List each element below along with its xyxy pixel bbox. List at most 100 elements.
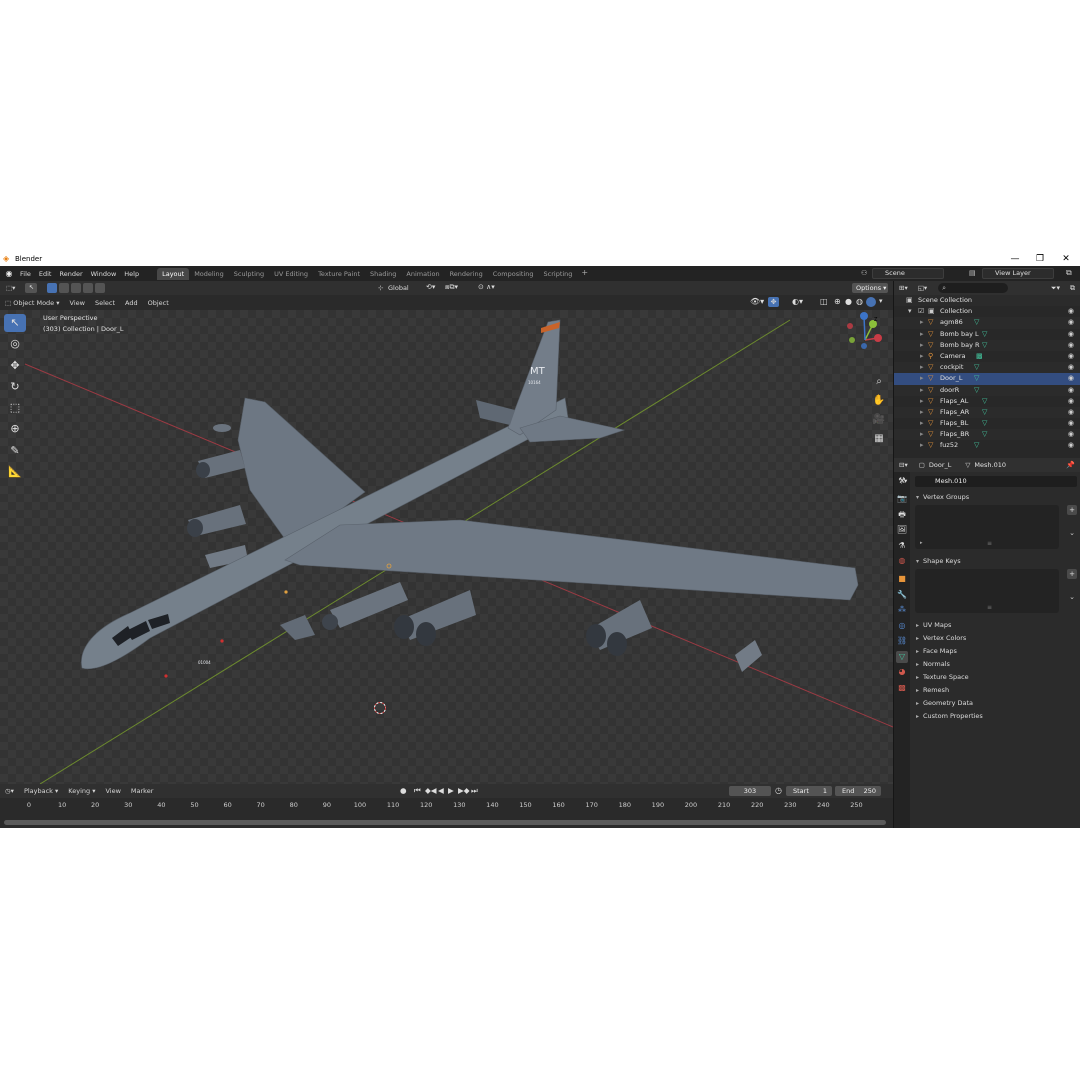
rotate-tool-icon[interactable]: ↻ bbox=[4, 378, 26, 396]
visibility-eye-icon[interactable]: ◉ bbox=[1068, 329, 1074, 340]
menu-file[interactable]: File bbox=[16, 270, 35, 278]
tab-animation[interactable]: Animation bbox=[401, 268, 444, 280]
visibility-eye-icon[interactable]: ◉ bbox=[1068, 306, 1074, 317]
play-reverse-icon[interactable]: ◀ bbox=[438, 786, 444, 795]
visibility-eye-icon[interactable]: ◉ bbox=[1068, 362, 1074, 373]
xray-icon[interactable]: ◫ bbox=[820, 297, 828, 306]
outliner-search-input[interactable]: ⌕ bbox=[938, 283, 1009, 293]
mesh-data-icon[interactable]: ▽ bbox=[974, 317, 979, 328]
outliner-item[interactable]: ▸ ▽ doorR ▽ ◉ bbox=[894, 384, 1080, 396]
tab-compositing[interactable]: Compositing bbox=[488, 268, 539, 280]
outliner-item[interactable]: ▸ ▽ Door_L ▽ ◉ bbox=[894, 373, 1080, 385]
outliner-item[interactable]: ▸ ▽ Flaps_BL ▽ ◉ bbox=[894, 418, 1080, 429]
checkbox-icon[interactable]: ☑ bbox=[918, 306, 924, 317]
tab-layout[interactable]: Layout bbox=[157, 267, 190, 280]
visibility-eye-icon[interactable]: ◉ bbox=[1068, 351, 1074, 362]
world-tab-icon[interactable]: ◍ bbox=[896, 555, 908, 567]
modifier-tab-icon[interactable]: 🔧 bbox=[896, 589, 908, 601]
shading-options-icon[interactable]: ▾ bbox=[879, 297, 883, 305]
visibility-eye-icon[interactable]: ◉ bbox=[1068, 396, 1074, 407]
outliner-item[interactable]: ▸ ▽ agm86 ▽ ◉ bbox=[894, 317, 1080, 329]
jump-end-icon[interactable]: ⏭ bbox=[471, 786, 478, 796]
panel-texture-space[interactable]: ▸ Texture Space bbox=[911, 671, 1080, 684]
preview-range-icon[interactable]: ◷ bbox=[775, 786, 782, 795]
end-frame-field[interactable]: End 250 bbox=[835, 786, 881, 796]
visibility-eye-icon[interactable]: ◉ bbox=[1068, 429, 1074, 440]
mesh-data-icon[interactable]: ▽ bbox=[982, 407, 987, 418]
shape-key-menu-icon[interactable]: ⌄ bbox=[1067, 593, 1077, 601]
mesh-name-field[interactable]: ▽▾ Mesh.010 ⛉ bbox=[899, 476, 1077, 487]
mesh-data-icon[interactable]: ▽ bbox=[982, 396, 987, 407]
collection-row[interactable]: ▾ ☑ ▣ Collection ◉ bbox=[894, 306, 1080, 317]
expand-arrow-icon[interactable]: ▸ bbox=[920, 429, 924, 440]
camera-data-icon[interactable]: ▩ bbox=[976, 351, 983, 362]
timeline-editor-icon[interactable]: ◷▾ bbox=[0, 787, 19, 795]
mesh-data-icon[interactable]: ▽ bbox=[974, 385, 979, 396]
tab-uv-editing[interactable]: UV Editing bbox=[269, 268, 313, 280]
visibility-eye-icon[interactable]: ◉ bbox=[1068, 340, 1074, 351]
move-tool-icon[interactable]: ✥ bbox=[4, 357, 26, 375]
menu-marker[interactable]: Marker bbox=[126, 787, 158, 795]
physics-tab-icon[interactable]: ◎ bbox=[896, 620, 908, 632]
menu-keying[interactable]: Keying ▾ bbox=[63, 787, 100, 795]
next-keyframe-icon[interactable]: ▶◆ bbox=[458, 786, 470, 795]
panel-geometry-data[interactable]: ▸ Geometry Data bbox=[911, 697, 1080, 710]
mesh-data-icon[interactable]: ▽ bbox=[982, 340, 987, 351]
zoom-icon[interactable]: ⌕ bbox=[871, 374, 887, 390]
mode-extend-icon[interactable] bbox=[59, 283, 70, 293]
record-icon[interactable]: ● bbox=[400, 786, 407, 795]
panel-uv-maps[interactable]: ▸ UV Maps bbox=[911, 619, 1080, 632]
expand-arrow-icon[interactable]: ▸ bbox=[920, 385, 924, 396]
mode-new-icon[interactable] bbox=[47, 283, 58, 293]
material-tab-icon[interactable]: ◕ bbox=[896, 666, 908, 678]
outliner-item[interactable]: ▸ ▽ Bomb bay R ▽ ◉ bbox=[894, 339, 1080, 351]
mesh-data-icon[interactable]: ▽ bbox=[982, 418, 987, 429]
vertex-group-menu-icon[interactable]: ⌄ bbox=[1067, 529, 1077, 537]
3d-cursor[interactable] bbox=[374, 702, 386, 714]
menu-view[interactable]: View bbox=[65, 299, 90, 307]
visibility-eye-icon[interactable]: ◉ bbox=[1068, 317, 1074, 328]
options-dropdown[interactable]: Options ▾ bbox=[852, 283, 888, 293]
panel-vertex-colors[interactable]: ▸ Vertex Colors bbox=[911, 632, 1080, 645]
mesh-data-icon[interactable]: ▽ bbox=[974, 362, 979, 373]
gizmo-toggle-icon[interactable]: ✥ bbox=[768, 297, 779, 307]
pin-icon[interactable]: 📌 bbox=[1066, 461, 1075, 469]
jump-start-icon[interactable]: ⏮ bbox=[414, 786, 421, 796]
menu-render[interactable]: Render bbox=[55, 270, 86, 278]
pan-hand-icon[interactable]: ✋ bbox=[871, 393, 887, 409]
mesh-data-tab-icon[interactable]: ▽ bbox=[896, 650, 908, 663]
visibility-eye-icon[interactable]: ◉ bbox=[1068, 440, 1074, 451]
rendered-shading-icon[interactable] bbox=[866, 297, 876, 307]
menu-timeline-view[interactable]: View bbox=[100, 787, 125, 795]
scale-tool-icon[interactable]: ⬚ bbox=[4, 399, 26, 417]
expand-arrow-icon[interactable]: ▸ bbox=[920, 329, 924, 340]
menu-playback[interactable]: Playback ▾ bbox=[19, 787, 63, 795]
outliner-item[interactable]: ▸ ▽ Bomb bay L ▽ ◉ bbox=[894, 329, 1080, 340]
editor-type-icon[interactable]: ⬚▾ bbox=[0, 284, 17, 292]
expand-arrow-icon[interactable]: ▸ bbox=[920, 418, 924, 429]
blender-menu-icon[interactable]: ◉ bbox=[2, 269, 16, 278]
orientation-icon[interactable]: ⊹ bbox=[378, 284, 383, 292]
view-layer-selector[interactable]: View Layer bbox=[982, 268, 1054, 279]
maximize-button[interactable]: ❐ bbox=[1027, 252, 1053, 266]
particles-tab-icon[interactable]: ⁂ bbox=[896, 604, 908, 616]
add-vertex-group-button[interactable]: + bbox=[1067, 505, 1077, 515]
outliner-editor-icon[interactable]: ⊞▾ bbox=[894, 284, 913, 292]
visibility-icon[interactable]: 👁▾ bbox=[750, 297, 764, 306]
camera-view-icon[interactable]: 🎥 bbox=[871, 412, 887, 428]
panel-vertex-groups[interactable]: ▾ Vertex Groups bbox=[911, 491, 1080, 504]
visibility-eye-icon[interactable]: ◉ bbox=[1068, 418, 1074, 429]
output-tab-icon[interactable]: 🖶 bbox=[896, 509, 908, 521]
prev-keyframe-icon[interactable]: ◆◀ bbox=[425, 786, 437, 795]
menu-select[interactable]: Select bbox=[90, 299, 120, 307]
3d-viewport[interactable]: MT 10164 01004 Z User Perspective (303) … bbox=[0, 310, 893, 784]
ortho-grid-icon[interactable]: ▦ bbox=[871, 431, 887, 447]
mode-intersect-icon[interactable] bbox=[95, 283, 106, 293]
timeline-ruler[interactable]: 0 10 20 30 40 50 60 70 80 90 100 110 120 130 140 150 160… bbox=[0, 798, 893, 828]
wireframe-shading-icon[interactable]: ⊕ bbox=[834, 297, 841, 306]
constraints-tab-icon[interactable]: ⛓ bbox=[896, 635, 908, 647]
expand-arrow-icon[interactable]: ▾ bbox=[908, 306, 912, 317]
shape-keys-list[interactable]: ≡ + ⌄ bbox=[915, 569, 1077, 613]
scene-selector[interactable]: Scene bbox=[872, 268, 944, 279]
expand-arrow-icon[interactable]: ▸ bbox=[920, 351, 924, 362]
